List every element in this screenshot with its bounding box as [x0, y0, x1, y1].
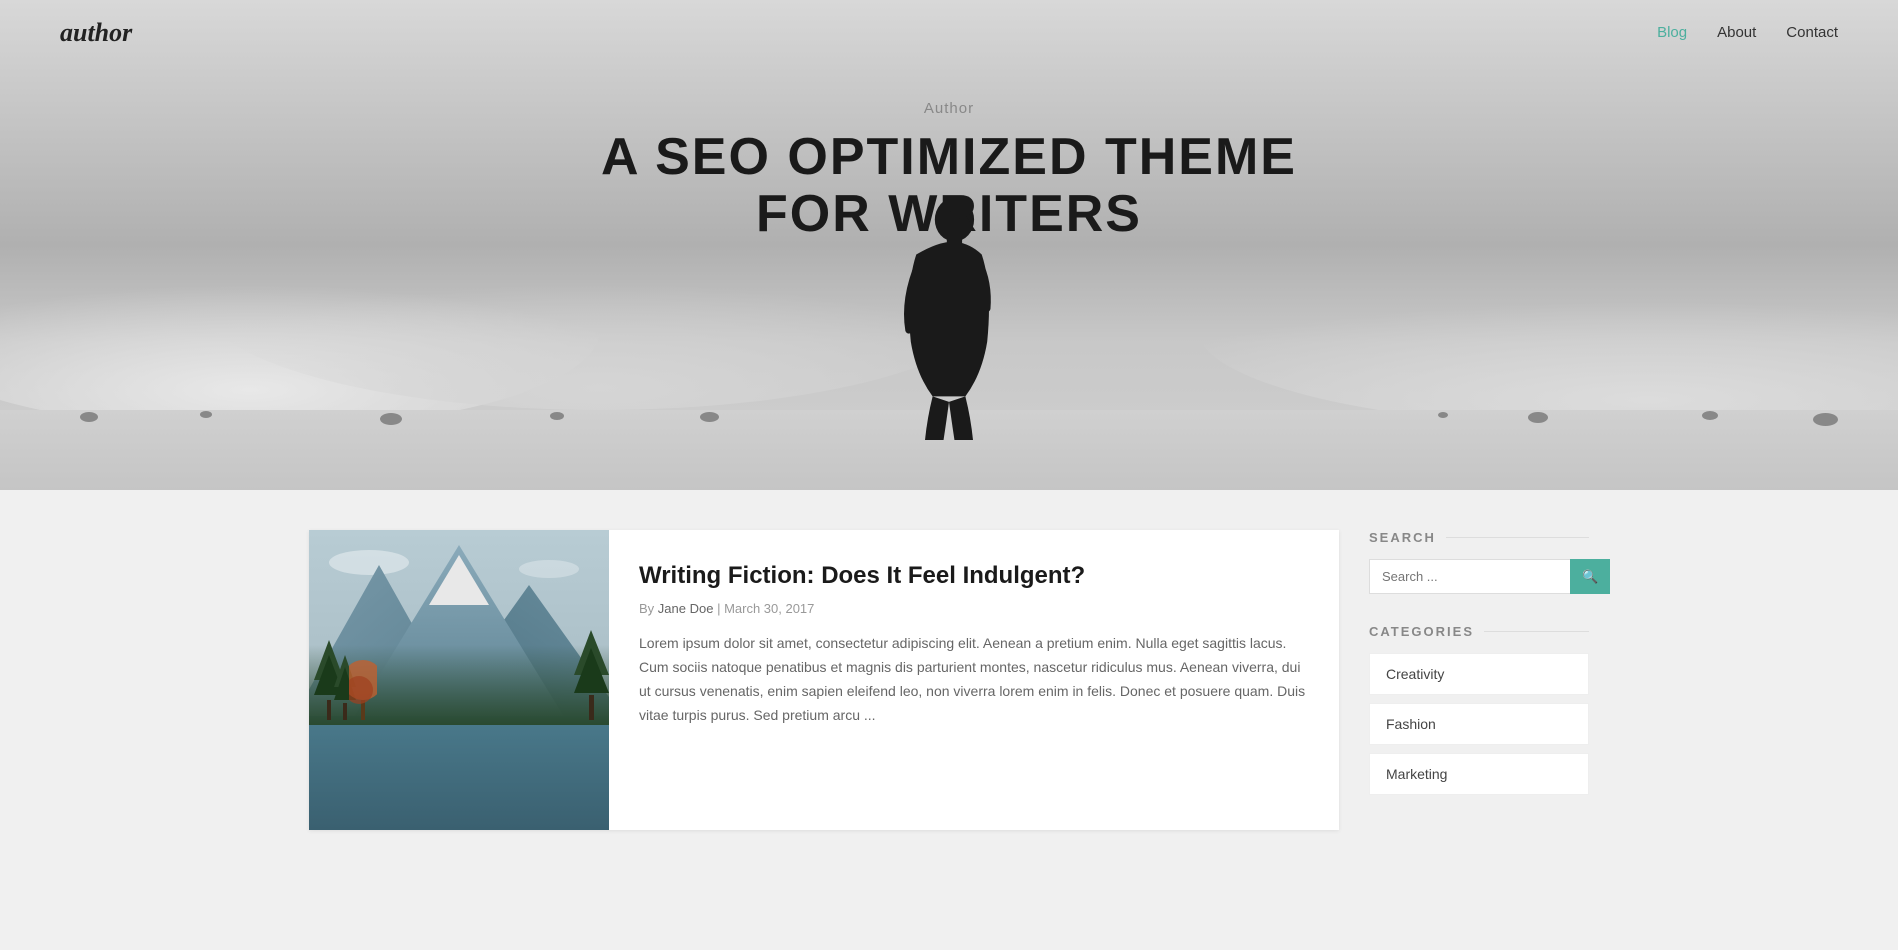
main-nav: Blog About Contact [1657, 24, 1838, 42]
post-date: March 30, 2017 [724, 601, 814, 616]
lake [309, 716, 609, 830]
sidebar: SEARCH 🔍 CATEGORIES Creativity Fashion M… [1369, 530, 1589, 860]
bush-5 [1528, 412, 1548, 423]
search-icon: 🔍 [1582, 569, 1598, 584]
bush-1 [80, 412, 98, 422]
bush-2 [200, 411, 212, 418]
post-excerpt: Lorem ipsum dolor sit amet, consectetur … [639, 632, 1309, 727]
bush-6 [1702, 411, 1718, 420]
nav-list: Blog About Contact [1657, 24, 1838, 42]
mountain-scene [309, 530, 609, 830]
dune-3 [1198, 230, 1898, 430]
post-meta: By Jane Doe | March 30, 2017 [639, 601, 1309, 616]
bush-7 [1813, 413, 1838, 426]
nav-link-contact[interactable]: Contact [1786, 24, 1838, 41]
bush-3 [380, 413, 402, 425]
nav-item-blog[interactable]: Blog [1657, 24, 1687, 42]
content-area: Writing Fiction: Does It Feel Indulgent?… [249, 490, 1649, 900]
post-card: Writing Fiction: Does It Feel Indulgent?… [309, 530, 1339, 830]
nav-item-contact[interactable]: Contact [1786, 24, 1838, 42]
header: author Blog About Contact [0, 0, 1898, 66]
hero-section: Author A SEO OPTIMIZED THEME FOR WRITERS [0, 0, 1898, 490]
search-section: SEARCH 🔍 [1369, 530, 1589, 594]
hero-background [0, 0, 1898, 490]
categories-heading: CATEGORIES [1369, 624, 1589, 639]
category-item-marketing[interactable]: Marketing [1369, 753, 1589, 795]
category-item-fashion[interactable]: Fashion [1369, 703, 1589, 745]
nav-link-blog[interactable]: Blog [1657, 24, 1687, 41]
hero-text: Author A SEO OPTIMIZED THEME FOR WRITERS [601, 100, 1297, 243]
search-button[interactable]: 🔍 [1570, 559, 1610, 594]
search-input[interactable] [1369, 559, 1570, 594]
categories-section: CATEGORIES Creativity Fashion Marketing [1369, 624, 1589, 795]
cloud-1 [329, 550, 409, 575]
search-heading: SEARCH [1369, 530, 1589, 545]
nav-item-about[interactable]: About [1717, 24, 1756, 42]
bush-9 [700, 412, 719, 422]
hero-title-line1: A SEO OPTIMIZED THEME [601, 128, 1297, 186]
bush-4 [550, 412, 564, 420]
post-body: Writing Fiction: Does It Feel Indulgent?… [609, 530, 1339, 830]
main-posts: Writing Fiction: Does It Feel Indulgent?… [309, 530, 1339, 860]
bush-8 [1438, 412, 1448, 418]
cloud-2 [519, 560, 579, 578]
hero-subtitle: Author [601, 100, 1297, 117]
post-image [309, 530, 609, 830]
autumn-tree-1 [349, 650, 377, 725]
search-box: 🔍 [1369, 559, 1589, 594]
hero-title-line2: FOR WRITERS [756, 185, 1142, 243]
tree-group-right [574, 630, 609, 725]
nav-link-about[interactable]: About [1717, 24, 1756, 41]
hero-title: A SEO OPTIMIZED THEME FOR WRITERS [601, 129, 1297, 243]
category-item-creativity[interactable]: Creativity [1369, 653, 1589, 695]
post-title[interactable]: Writing Fiction: Does It Feel Indulgent? [639, 560, 1309, 591]
logo[interactable]: author [60, 18, 132, 48]
post-author: Jane Doe [658, 601, 714, 616]
